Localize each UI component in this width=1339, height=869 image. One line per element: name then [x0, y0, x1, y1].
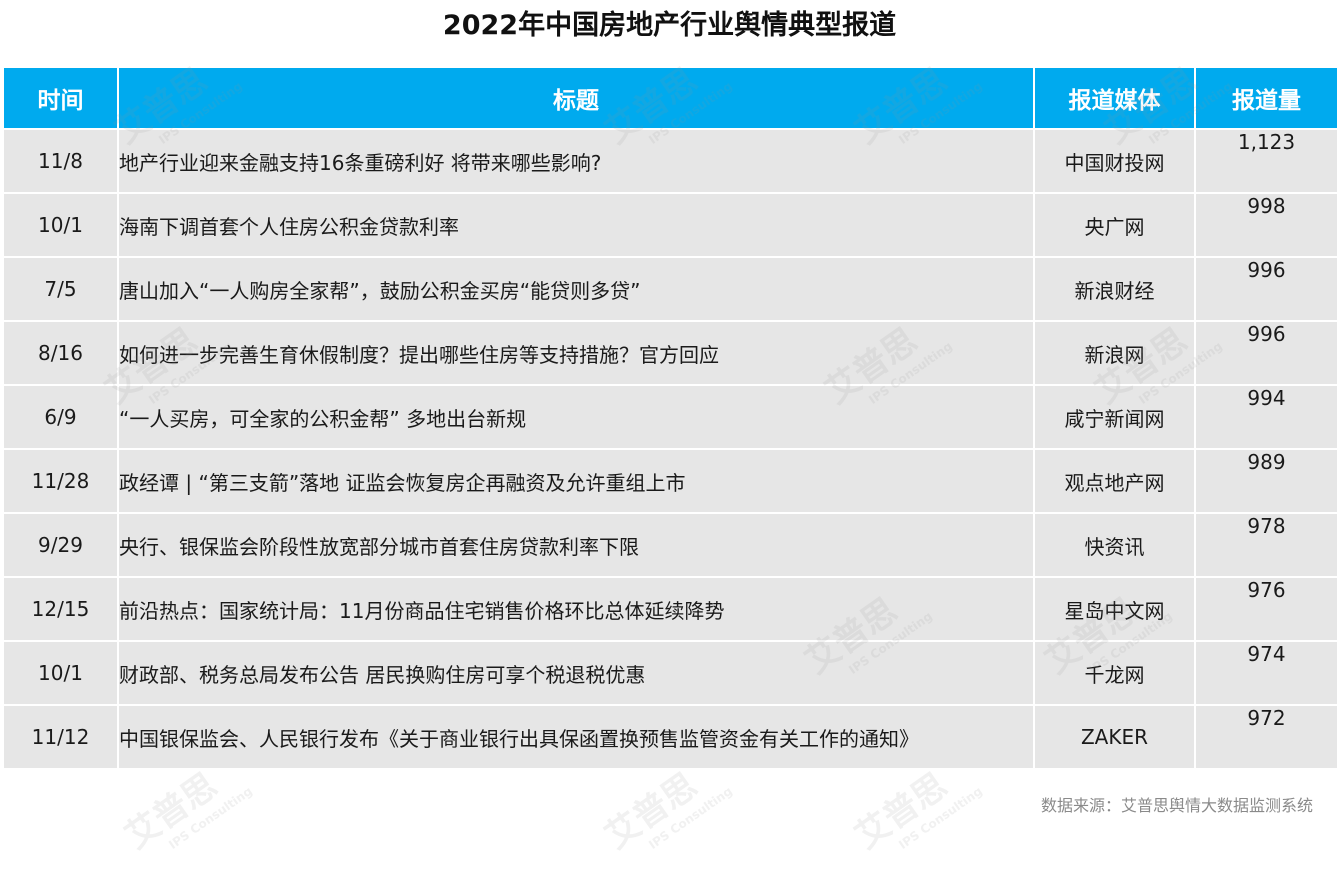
cell-count: 996 [1194, 256, 1339, 322]
cell-media: 观点地产网 [1033, 448, 1196, 514]
cell-media: 快资讯 [1033, 512, 1196, 578]
cell-title: 前沿热点：国家统计局：11月份商品住宅销售价格环比总体延续降势 [117, 576, 1035, 642]
cell-time: 8/16 [2, 320, 119, 386]
cell-title: 海南下调首套个人住房公积金贷款利率 [117, 192, 1035, 258]
table-row: 11/12 中国银保监会、人民银行发布《关于商业银行出具保函置换预售监管资金有关… [2, 704, 1339, 770]
cell-time: 11/8 [2, 128, 119, 194]
cell-title: 如何进一步完善生育休假制度？提出哪些住房等支持措施？官方回应 [117, 320, 1035, 386]
cell-count: 996 [1194, 320, 1339, 386]
cell-title: 政经谭 | “第三支箭”落地 证监会恢复房企再融资及允许重组上市 [117, 448, 1035, 514]
table-header-row: 时间 标题 报道媒体 报道量 [2, 66, 1339, 130]
cell-media: 星岛中文网 [1033, 576, 1196, 642]
table-row: 6/9 “一人买房，可全家的公积金帮” 多地出台新规 咸宁新闻网 994 [2, 384, 1339, 450]
cell-count: 1,123 [1194, 128, 1339, 194]
cell-time: 6/9 [2, 384, 119, 450]
cell-count: 978 [1194, 512, 1339, 578]
cell-time: 11/12 [2, 704, 119, 770]
page-title: 2022年中国房地产行业舆情典型报道 [442, 10, 897, 41]
table-row: 11/28 政经谭 | “第三支箭”落地 证监会恢复房企再融资及允许重组上市 观… [2, 448, 1339, 514]
cell-media: 央广网 [1033, 192, 1196, 258]
table-row: 12/15 前沿热点：国家统计局：11月份商品住宅销售价格环比总体延续降势 星岛… [2, 576, 1339, 642]
cell-count: 998 [1194, 192, 1339, 258]
table-row: 9/29 央行、银保监会阶段性放宽部分城市首套住房贷款利率下限 快资讯 978 [2, 512, 1339, 578]
header-media: 报道媒体 [1033, 66, 1196, 130]
cell-time: 9/29 [2, 512, 119, 578]
cell-media: 中国财投网 [1033, 128, 1196, 194]
header-time: 时间 [2, 66, 119, 130]
cell-time: 7/5 [2, 256, 119, 322]
cell-title: 唐山加入“一人购房全家帮”，鼓励公积金买房“能贷则多贷” [117, 256, 1035, 322]
cell-media: 咸宁新闻网 [1033, 384, 1196, 450]
reports-table: 时间 标题 报道媒体 报道量 11/8 地产行业迎来金融支持16条重磅利好 将带… [2, 66, 1339, 770]
cell-media: ZAKER [1033, 704, 1196, 770]
table-row: 7/5 唐山加入“一人购房全家帮”，鼓励公积金买房“能贷则多贷” 新浪财经 99… [2, 256, 1339, 322]
cell-title: 财政部、税务总局发布公告 居民换购住房可享个税退税优惠 [117, 640, 1035, 706]
header-title: 标题 [117, 66, 1035, 130]
cell-count: 989 [1194, 448, 1339, 514]
cell-time: 12/15 [2, 576, 119, 642]
table-row: 8/16 如何进一步完善生育休假制度？提出哪些住房等支持措施？官方回应 新浪网 … [2, 320, 1339, 386]
cell-title: “一人买房，可全家的公积金帮” 多地出台新规 [117, 384, 1035, 450]
cell-time: 11/28 [2, 448, 119, 514]
table-row: 10/1 海南下调首套个人住房公积金贷款利率 央广网 998 [2, 192, 1339, 258]
header-count: 报道量 [1194, 66, 1339, 130]
cell-count: 976 [1194, 576, 1339, 642]
cell-count: 974 [1194, 640, 1339, 706]
cell-count: 972 [1194, 704, 1339, 770]
cell-count: 994 [1194, 384, 1339, 450]
cell-title: 地产行业迎来金融支持16条重磅利好 将带来哪些影响? [117, 128, 1035, 194]
data-source-note: 数据来源：艾普思舆情大数据监测系统 [1040, 796, 1313, 815]
cell-time: 10/1 [2, 192, 119, 258]
table-row: 11/8 地产行业迎来金融支持16条重磅利好 将带来哪些影响? 中国财投网 1,… [2, 128, 1339, 194]
cell-title: 央行、银保监会阶段性放宽部分城市首套住房贷款利率下限 [117, 512, 1035, 578]
cell-title: 中国银保监会、人民银行发布《关于商业银行出具保函置换预售监管资金有关工作的通知》 [117, 704, 1035, 770]
cell-media: 千龙网 [1033, 640, 1196, 706]
cell-time: 10/1 [2, 640, 119, 706]
cell-media: 新浪财经 [1033, 256, 1196, 322]
table-row: 10/1 财政部、税务总局发布公告 居民换购住房可享个税退税优惠 千龙网 974 [2, 640, 1339, 706]
cell-media: 新浪网 [1033, 320, 1196, 386]
